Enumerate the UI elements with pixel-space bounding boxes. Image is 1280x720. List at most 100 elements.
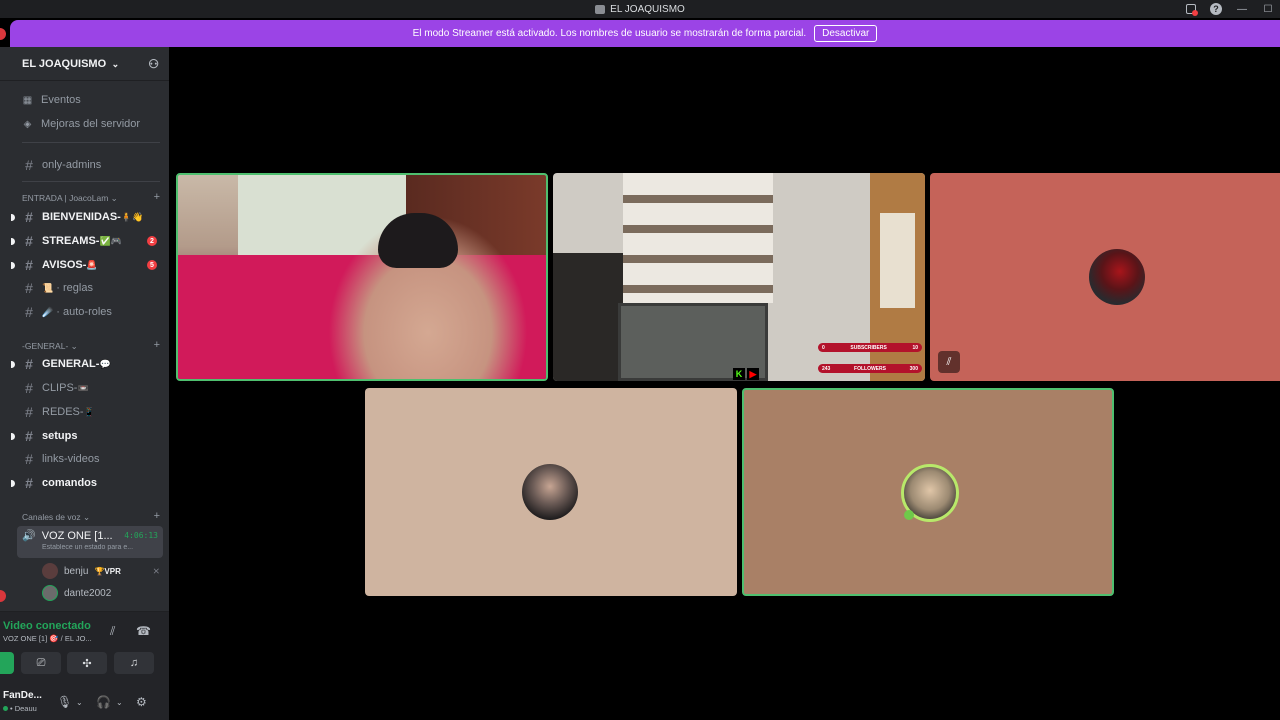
channel-streams[interactable]: # STREAMS-✅🎮 2 [11, 231, 162, 251]
activities-icon: ✣ [82, 657, 92, 670]
hash-icon: # [25, 280, 33, 296]
mention-badge: 5 [147, 260, 157, 270]
channel-avisos[interactable]: # AVISOS-🚨 5 [11, 255, 162, 275]
category-voice[interactable]: Canales de voz ⌄ + [22, 510, 160, 523]
subs-goal: 10 [912, 344, 918, 351]
deactivate-button[interactable]: Desactivar [814, 25, 878, 42]
chevron-down-icon[interactable]: ⌄ [76, 698, 83, 707]
voice-status-hint[interactable]: Establece un estado para e... [22, 544, 158, 551]
user-tag: 🏆VPR [94, 566, 121, 576]
voice-channel-active[interactable]: 🔊 VOZ ONE [1... 4:06:13 Establece un esta… [17, 526, 163, 558]
noise-suppression-icon[interactable]: ⫽ [110, 624, 115, 639]
speaker-icon: 🔊 [22, 530, 36, 542]
divider [22, 181, 160, 182]
hash-icon: # [25, 404, 33, 420]
channel-links-videos[interactable]: # links-videos [22, 449, 162, 469]
video-background [553, 253, 623, 381]
user-panel: FanDe... • Deauu 🎙 ⌄ 🎧 ⌄ ⚙ [0, 687, 169, 720]
disconnect-icon[interactable]: ☎ [136, 624, 151, 638]
channel-label: setups [42, 430, 78, 442]
divider [22, 142, 160, 143]
channel-setups[interactable]: # setups [11, 426, 162, 446]
voice-tile-user-3[interactable]: ⫽ [930, 173, 1280, 381]
followers-overlay: 243 FOLLOWERS 300 [818, 364, 922, 373]
settings-gear-icon[interactable]: ⚙ [136, 695, 147, 709]
server-name: EL JOAQUISMO [22, 57, 107, 70]
mention-badge: 2 [147, 236, 157, 246]
voice-connected-title[interactable]: Video conectado [3, 620, 91, 632]
voice-channel-row: 🔊 VOZ ONE [1... 4:06:13 [22, 529, 158, 543]
voice-tile-user-5[interactable] [742, 388, 1114, 596]
hash-icon: # [25, 380, 33, 396]
server-icon [595, 4, 606, 14]
channel-label: · reglas [56, 282, 93, 294]
unread-indicator [11, 214, 15, 221]
category-general[interactable]: -GENERAL- ⌄ + [22, 339, 160, 352]
add-channel-icon[interactable]: + [154, 191, 160, 204]
video-background [623, 173, 773, 303]
subs-current: 0 [822, 344, 825, 351]
maximize-icon[interactable]: ☐ [1262, 3, 1274, 15]
video-tile-camera-2[interactable]: 0 SUBSCRIBERS 10 243 FOLLOWERS 300 K ▶ [553, 173, 925, 381]
channel-comandos[interactable]: # comandos [11, 473, 162, 493]
voice-connected-sub[interactable]: VOZ ONE [1] 🎯 / EL JO... [3, 634, 92, 643]
microphone-icon[interactable]: 🎙 [57, 695, 72, 709]
online-dot [3, 706, 8, 711]
chevron-down-icon[interactable]: ⌄ [116, 698, 123, 707]
share-screen-button[interactable]: ⎚ [21, 652, 61, 674]
avatar [42, 585, 58, 601]
help-icon[interactable]: ? [1210, 3, 1222, 15]
followers-goal: 300 [909, 365, 918, 372]
minimize-icon[interactable]: — [1236, 3, 1248, 15]
activities-button[interactable]: ✣ [67, 652, 107, 674]
platform-logos: K ▶ [733, 368, 759, 380]
voice-timer: 4:06:13 [124, 531, 158, 540]
channel-clips[interactable]: # CLIPS-📼 [22, 378, 162, 398]
category-label: Canales de voz [22, 512, 81, 522]
channel-bienvenidas[interactable]: # BIENVENIDAS-🧍👋 [11, 207, 162, 227]
voice-connection-panel: Video conectado VOZ ONE [1] 🎯 / EL JO...… [0, 611, 169, 687]
window-title: EL JOAQUISMO [610, 3, 685, 15]
server-boosts-item[interactable]: ◈ Mejoras del servidor [22, 118, 140, 130]
channel-label: STREAMS- [42, 235, 100, 247]
calendar-icon: ▦ [22, 94, 33, 106]
headphones-icon[interactable]: 🎧 [96, 695, 111, 709]
channel-label: CLIPS- [42, 382, 78, 394]
add-channel-icon[interactable]: + [154, 339, 160, 352]
voice-channel-name: VOZ ONE [1... [41, 529, 113, 542]
hash-icon: # [25, 157, 33, 173]
subscribers-overlay: 0 SUBSCRIBERS 10 [818, 343, 922, 352]
channel-redes[interactable]: # REDES-📱 [22, 402, 162, 422]
notification-dot [0, 28, 6, 40]
voice-user[interactable]: benju 🏆VPR ⨯ [42, 563, 160, 579]
category-entrada[interactable]: ENTRADA | JoacoLam ⌄ + [22, 191, 160, 204]
followers-current: 243 [822, 365, 831, 372]
category-label: -GENERAL- [22, 341, 69, 351]
soundboard-button[interactable]: ♫ [114, 652, 154, 674]
youtube-logo-icon: ▶ [747, 368, 759, 380]
voice-tile-user-4[interactable] [365, 388, 737, 596]
channel-reglas[interactable]: # 📜 · reglas [22, 278, 162, 298]
video-tile-camera-1[interactable] [176, 173, 548, 381]
hash-icon: # [25, 257, 33, 273]
events-item[interactable]: ▦ Eventos [22, 94, 81, 106]
video-background [880, 213, 915, 308]
channel-label: links-videos [42, 453, 100, 465]
unread-indicator [11, 361, 15, 368]
server-header[interactable]: EL JOAQUISMO ⌄ ⚇ [0, 47, 169, 81]
channel-general[interactable]: # GENERAL-💬 [11, 354, 162, 374]
channel-only-admins[interactable]: # only-admins [22, 155, 162, 175]
unread-indicator [11, 480, 15, 487]
username[interactable]: FanDe... [3, 690, 42, 701]
voice-user[interactable]: dante2002 [42, 585, 160, 601]
channel-auto-roles[interactable]: # ☄️ · auto-roles [22, 302, 162, 322]
invite-icon[interactable]: ⚇ [148, 57, 159, 71]
server-boosts-label: Mejoras del servidor [41, 118, 141, 130]
channel-label: BIENVENIDAS- [42, 211, 121, 223]
camera-button[interactable] [0, 652, 14, 674]
inbox-icon[interactable] [1186, 4, 1198, 16]
muted-icon: ⫽ [938, 351, 960, 373]
hash-icon: # [25, 475, 33, 491]
hash-icon: # [25, 304, 33, 320]
add-channel-icon[interactable]: + [154, 510, 160, 523]
